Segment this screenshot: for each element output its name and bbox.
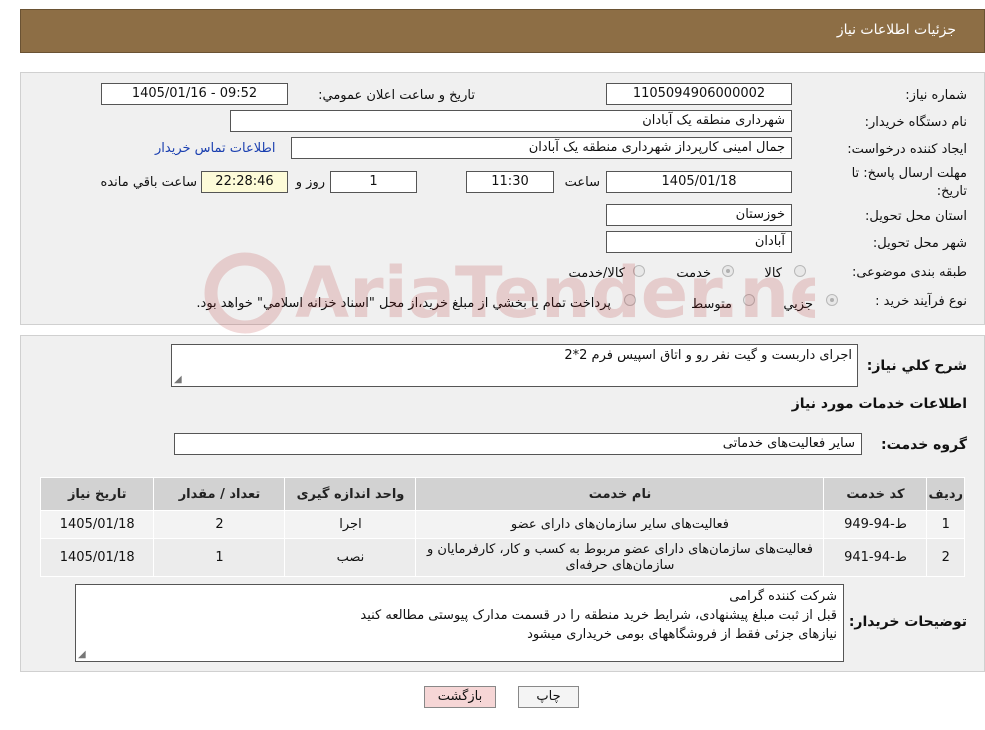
cell-date: 1405/01/18	[39, 538, 155, 577]
category-service-label: خدمت	[676, 266, 711, 281]
need-number-field: 1105094906000002	[606, 83, 792, 105]
page-header: جزئیات اطلاعات نیاز	[20, 9, 985, 53]
cell-date: 1405/01/18	[39, 510, 155, 539]
cell-row: 2	[926, 538, 965, 577]
days-label: روز و	[295, 175, 325, 190]
creator-field: جمال امینی کارپرداز شهرداری منطقه یک آبا…	[291, 137, 792, 159]
cell-row: 1	[926, 510, 965, 539]
col-row: رديف	[926, 477, 965, 511]
service-group-label: گروه خدمت:	[881, 437, 967, 453]
page-title: جزئیات اطلاعات نیاز	[836, 22, 956, 38]
remaining-label: ساعت باقي مانده	[100, 175, 197, 190]
category-service-radio[interactable]	[722, 265, 734, 277]
cell-code: ط-94-949	[823, 510, 928, 539]
deadline-label-line2: تاریخ:	[936, 184, 967, 199]
col-date: تاريخ نياز	[39, 477, 155, 511]
buyer-org-label: نام دستگاه خريدار:	[864, 115, 967, 130]
table-row: 2 ط-94-941 فعالیت‌های سازمان‌های دارای ع…	[39, 538, 965, 577]
col-code: کد خدمت	[823, 477, 928, 511]
services-section-title: اطلاعات خدمات مورد نياز	[791, 396, 967, 412]
creator-label: ایجاد کننده درخواست:	[847, 142, 967, 157]
need-number-label: شماره نیاز:	[905, 88, 967, 103]
days-field: 1	[330, 171, 417, 193]
cell-code: ط-94-941	[823, 538, 928, 577]
cell-name: فعالیت‌های سایر سازمان‌های دارای عضو	[415, 510, 825, 539]
process-minor-label: جزيي	[783, 297, 813, 312]
buyer-notes-textarea[interactable]: شرکت کننده گرامی قبل از ثبت مبلغ پیشنهاد…	[75, 584, 844, 662]
buyer-notes-line: نیازهای جزئی فقط از فروشگاههای بومی خرید…	[527, 627, 837, 642]
announce-field: 1405/01/16 - 09:52	[101, 83, 288, 105]
table-row: 1 ط-94-949 فعالیت‌های سایر سازمان‌های دا…	[39, 510, 965, 539]
province-label: استان محل تحويل:	[865, 209, 967, 224]
process-medium-label: متوسط	[691, 297, 732, 312]
process-minor-radio[interactable]	[826, 294, 838, 306]
table-header-row: رديف کد خدمت نام خدمت واحد اندازه گيری ت…	[39, 477, 965, 511]
buyer-notes-line: قبل از ثبت مبلغ پیشنهادی، شرایط خرید منط…	[360, 608, 837, 623]
buyer-notes-label: توضيحات خريدار:	[848, 614, 967, 630]
cell-qty: 2	[153, 510, 286, 539]
resize-grip-icon[interactable]: ◢	[174, 374, 182, 385]
province-field: خوزستان	[606, 204, 792, 226]
print-button[interactable]: چاپ	[518, 686, 579, 708]
col-name: نام خدمت	[415, 477, 825, 511]
description-textarea[interactable]: اجرای داربست و گیت نفر رو و اتاق اسپیس ف…	[171, 344, 858, 387]
payment-note: پرداخت تمام يا بخشي از مبلغ خريد،از محل …	[196, 296, 611, 311]
announce-label: تاریخ و ساعت اعلان عمومي:	[318, 88, 475, 103]
description-label: شرح کلي نياز:	[866, 358, 967, 374]
buyer-notes-line: شرکت کننده گرامی	[729, 589, 837, 604]
buyer-contact-link[interactable]: اطلاعات تماس خريدار	[155, 141, 275, 156]
cell-unit: اجرا	[284, 510, 417, 539]
cell-unit: نصب	[284, 538, 417, 577]
description-text: اجرای داربست و گیت نفر رو و اتاق اسپیس ف…	[564, 348, 852, 363]
buyer-org-field: شهرداری منطقه یک آبادان	[230, 110, 792, 132]
process-label: نوع فرآيند خريد :	[875, 294, 967, 309]
city-field: آبادان	[606, 231, 792, 253]
remaining-time-field: 22:28:46	[201, 171, 288, 193]
deadline-time-label: ساعت	[564, 175, 600, 190]
category-goods-label: کالا	[764, 266, 782, 281]
resize-grip-icon[interactable]: ◢	[78, 649, 86, 660]
category-label: طبقه بندی موضوعی:	[851, 265, 967, 280]
deadline-date-field: 1405/01/18	[606, 171, 792, 193]
category-goods-radio[interactable]	[794, 265, 806, 277]
col-qty: تعداد / مقدار	[153, 477, 286, 511]
deadline-label-line1: مهلت ارسال پاسخ: تا	[851, 166, 967, 181]
back-button[interactable]: بازگشت	[424, 686, 496, 708]
services-table: رديف کد خدمت نام خدمت واحد اندازه گيری ت…	[39, 477, 965, 577]
city-label: شهر محل تحويل:	[872, 236, 967, 251]
category-goods-service-label: کالا/خدمت	[568, 266, 625, 281]
service-group-field: سایر فعالیت‌های خدماتی	[174, 433, 862, 455]
cell-name: فعالیت‌های سازمان‌های دارای عضو مربوط به…	[415, 538, 825, 577]
category-goods-service-radio[interactable]	[633, 265, 645, 277]
deadline-time-field: 11:30	[466, 171, 554, 193]
col-unit: واحد اندازه گيری	[284, 477, 417, 511]
cell-qty: 1	[153, 538, 286, 577]
payment-treasury-radio[interactable]	[624, 294, 636, 306]
process-medium-radio[interactable]	[743, 294, 755, 306]
